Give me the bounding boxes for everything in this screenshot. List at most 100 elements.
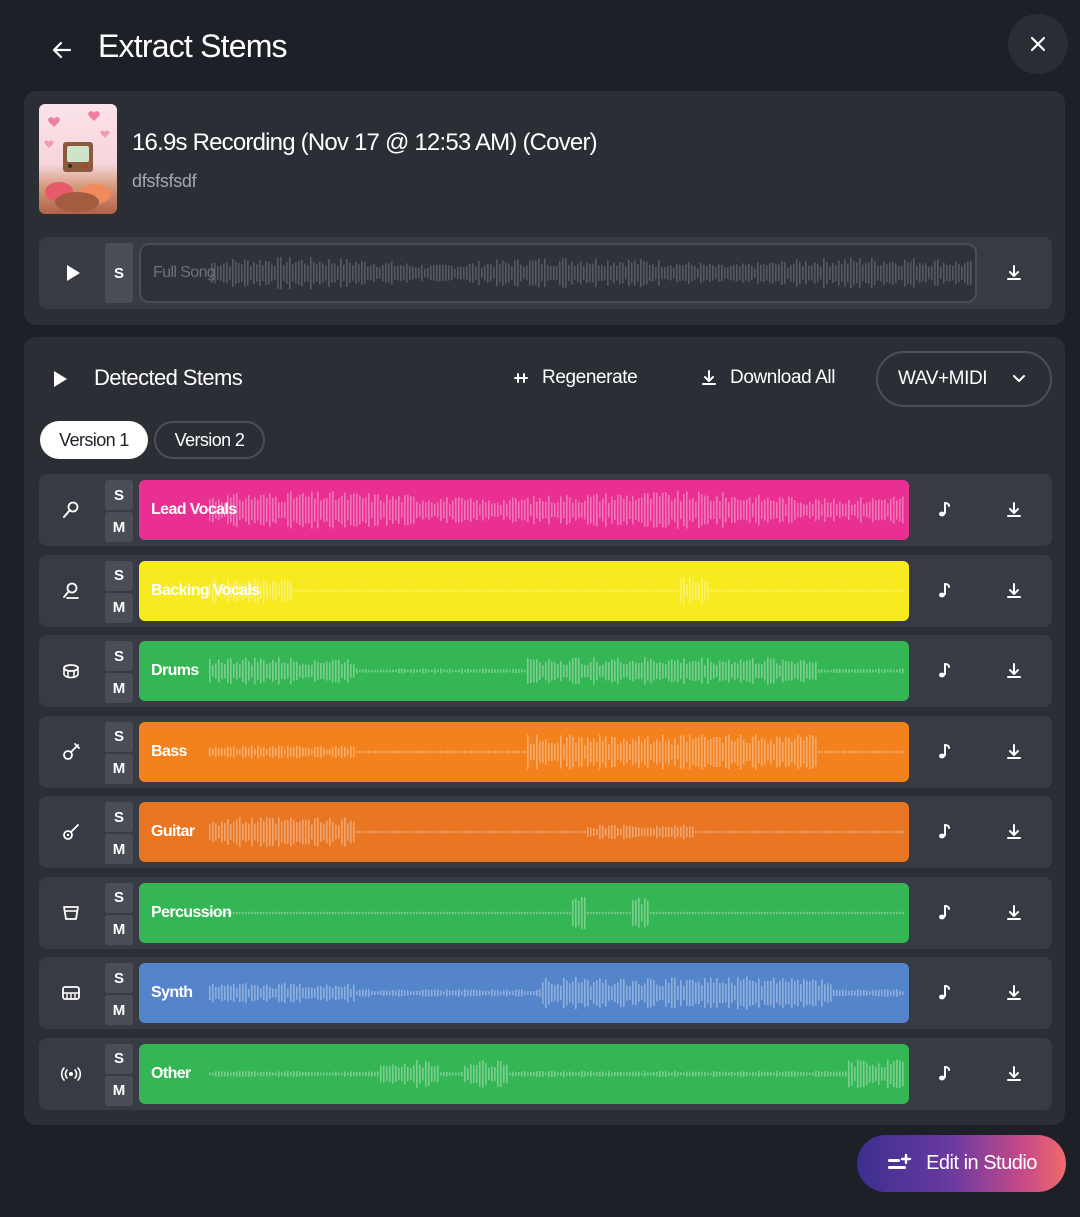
music-note-icon[interactable] — [929, 576, 959, 606]
tab-version-2[interactable]: Version 2 — [154, 421, 265, 459]
solo-button[interactable]: S — [105, 721, 133, 752]
stem-label: Bass — [151, 742, 187, 760]
stem-solo-mute: SM — [105, 1043, 133, 1108]
stem-row: S M Backing Vocals — [39, 554, 1052, 627]
waveform-graphic — [209, 976, 904, 1010]
download-icon[interactable] — [999, 495, 1029, 525]
stem-waveform[interactable]: Other — [139, 1043, 909, 1104]
stem-row: S M Synth — [39, 957, 1052, 1029]
mute-button[interactable]: M — [105, 914, 133, 945]
stem-waveform[interactable]: Drums — [139, 641, 909, 701]
waveform-graphic — [209, 733, 904, 770]
stem-solo-mute: SM — [105, 963, 133, 1027]
stem-waveform[interactable]: Percussion — [139, 882, 909, 943]
download-icon[interactable] — [999, 898, 1029, 928]
regenerate-label: Regenerate — [542, 367, 638, 388]
download-all-label: Download All — [730, 367, 836, 388]
close-icon — [1030, 36, 1046, 52]
guitar-icon — [57, 818, 85, 846]
solo-button[interactable]: S — [105, 480, 133, 510]
play-icon[interactable] — [61, 261, 85, 285]
stem-waveform[interactable]: Synth — [139, 963, 909, 1023]
mute-button[interactable]: M — [105, 592, 133, 623]
mute-button[interactable]: M — [105, 512, 133, 542]
download-icon[interactable] — [999, 1059, 1029, 1089]
drum-icon — [57, 657, 85, 685]
stem-solo-mute: SM — [105, 721, 133, 786]
solo-button[interactable]: S — [105, 802, 133, 832]
play-stems-icon[interactable] — [52, 365, 76, 393]
music-note-icon[interactable] — [929, 495, 959, 525]
waveform-graphic — [209, 491, 904, 529]
stem-row: S M Drums — [39, 635, 1052, 707]
mute-button[interactable]: M — [105, 1075, 133, 1106]
stem-label: Other — [151, 1064, 191, 1082]
song-title: 16.9s Recording (Nov 17 @ 12:53 AM) (Cov… — [132, 129, 598, 156]
full-song-waveform[interactable]: Full Song — [139, 243, 977, 303]
back-arrow-icon[interactable] — [44, 32, 80, 68]
mute-button[interactable]: M — [105, 673, 133, 703]
music-note-icon[interactable] — [929, 817, 959, 847]
download-icon[interactable] — [999, 656, 1029, 686]
download-icon[interactable] — [999, 817, 1029, 847]
download-icon[interactable] — [999, 737, 1029, 767]
regenerate-icon — [514, 373, 528, 383]
broadcast-icon — [57, 1060, 85, 1088]
album-cover — [39, 104, 117, 214]
solo-button[interactable]: S — [105, 560, 133, 591]
waveform-graphic — [209, 896, 904, 929]
mute-button[interactable]: M — [105, 995, 133, 1025]
music-note-icon[interactable] — [929, 898, 959, 928]
stem-waveform[interactable]: Bass — [139, 721, 909, 782]
stem-solo-mute: SM — [105, 802, 133, 866]
solo-button[interactable]: S — [105, 963, 133, 993]
music-note-icon[interactable] — [929, 1059, 959, 1089]
stem-waveform[interactable]: Lead Vocals — [139, 480, 909, 540]
stem-label: Backing Vocals — [151, 581, 260, 599]
solo-button[interactable]: S — [105, 243, 133, 303]
waveform-graphic — [209, 657, 904, 685]
users-mic-icon — [57, 577, 85, 605]
download-icon[interactable] — [999, 978, 1029, 1008]
download-all-button[interactable]: Download All — [700, 367, 835, 389]
full-song-row: S Full Song — [39, 237, 1052, 309]
stem-row: S M Bass — [39, 715, 1052, 788]
music-note-icon[interactable] — [929, 737, 959, 767]
stem-row: S M Percussion — [39, 876, 1052, 949]
close-button[interactable] — [1008, 14, 1068, 74]
chevron-down-icon — [1013, 375, 1025, 382]
tab-version-1[interactable]: Version 1 — [40, 421, 148, 459]
waveform-graphic — [209, 817, 904, 847]
studio-icon — [888, 1153, 912, 1169]
stem-solo-mute: SM — [105, 882, 133, 947]
mute-button[interactable]: M — [105, 834, 133, 864]
stem-label: Drums — [151, 662, 199, 679]
edit-in-studio-label: Edit in Studio — [926, 1152, 1037, 1174]
solo-button[interactable]: S — [105, 882, 133, 913]
download-icon — [702, 370, 716, 385]
edit-in-studio-button[interactable]: Edit in Studio — [857, 1135, 1066, 1192]
regenerate-button[interactable]: Regenerate — [512, 367, 638, 389]
full-song-label: Full Song — [153, 264, 216, 281]
stem-solo-mute: SM — [105, 641, 133, 705]
solo-button[interactable]: S — [105, 1043, 133, 1074]
stem-label: Percussion — [151, 903, 232, 921]
stems-header: Detected Stems Regenerate Download All W… — [24, 337, 1065, 427]
waveform-graphic — [209, 1059, 904, 1088]
microphone-icon — [57, 496, 85, 524]
mute-button[interactable]: M — [105, 753, 133, 784]
song-card: 16.9s Recording (Nov 17 @ 12:53 AM) (Cov… — [24, 91, 1065, 325]
stems-card: Detected Stems Regenerate Download All W… — [24, 337, 1065, 1125]
download-icon[interactable] — [999, 258, 1029, 288]
download-icon[interactable] — [999, 576, 1029, 606]
solo-button[interactable]: S — [105, 641, 133, 671]
music-note-icon[interactable] — [929, 656, 959, 686]
stem-waveform[interactable]: Backing Vocals — [139, 560, 909, 621]
bongo-icon — [57, 899, 85, 927]
music-note-icon[interactable] — [929, 978, 959, 1008]
waveform-graphic — [211, 256, 972, 290]
format-select[interactable]: WAV+MIDI — [876, 351, 1052, 407]
stem-waveform[interactable]: Guitar — [139, 802, 909, 862]
stem-row: S M Guitar — [39, 796, 1052, 868]
format-value: WAV+MIDI — [898, 368, 988, 389]
